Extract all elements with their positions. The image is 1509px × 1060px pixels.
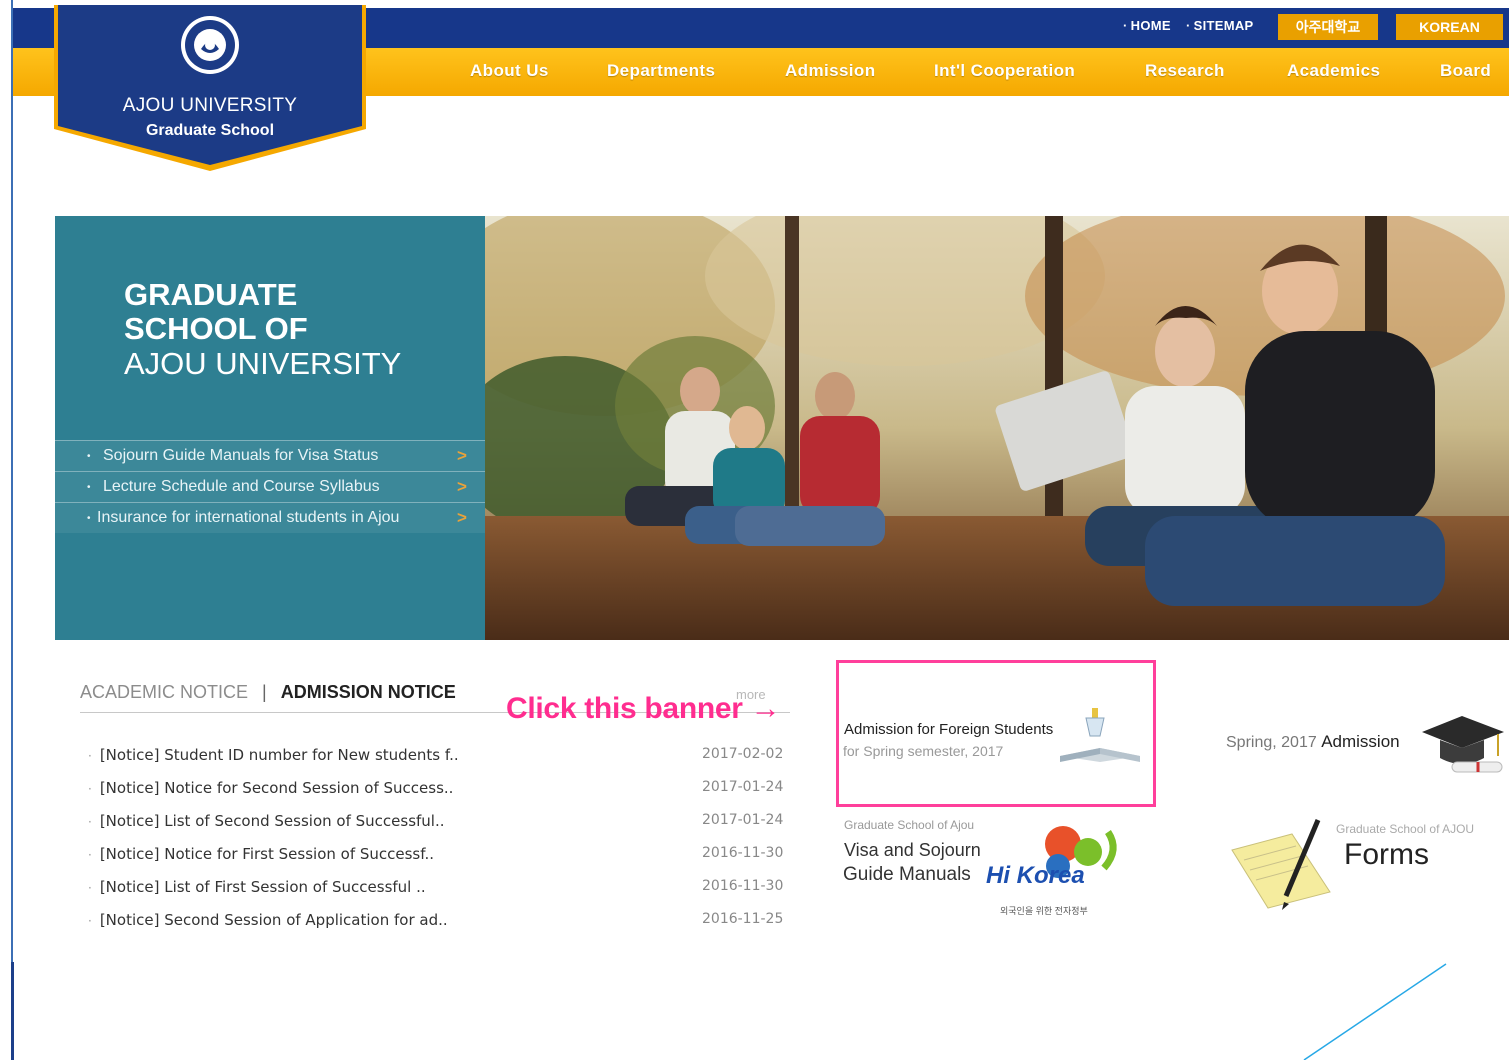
decorative-line	[1303, 963, 1447, 1060]
tab-admission-notice[interactable]: ADMISSION NOTICE	[281, 682, 456, 702]
hero-title-line2: SCHOOL OF	[124, 311, 308, 346]
ajou-korean-home-button[interactable]: 아주대학교	[1278, 14, 1378, 40]
hero-title: GRADUATE SCHOOL OF AJOU UNIVERSITY	[124, 278, 401, 382]
notice-date: 2016-11-30	[702, 845, 784, 861]
korean-language-button[interactable]: KOREAN	[1396, 14, 1503, 40]
hi-korea-caption: 외국인을 위한 전자정부	[1000, 906, 1088, 916]
nav-research[interactable]: Research	[1145, 61, 1225, 81]
nav-departments[interactable]: Departments	[607, 61, 715, 81]
left-border	[11, 0, 13, 1060]
visa-banner-line2: Guide Manuals	[843, 864, 971, 885]
tab-separator: |	[262, 682, 267, 702]
bullet-icon: •	[87, 481, 91, 493]
notice-row[interactable]: · [Notice] Notice for Second Session of S…	[88, 779, 798, 797]
highlight-box	[836, 660, 1156, 807]
logo-school-name: Graduate School	[145, 122, 275, 139]
notice-row[interactable]: · [Notice] Notice for First Session of Su…	[88, 845, 798, 863]
nav-board[interactable]: Board	[1440, 61, 1491, 81]
notepad-pen-icon	[1231, 819, 1331, 910]
bullet-icon: ·	[88, 782, 92, 796]
notice-tabs: ACADEMIC NOTICE | ADMISSION NOTICE	[80, 682, 456, 703]
hero-quick-links: • Sojourn Guide Manuals for Visa Status …	[55, 440, 485, 533]
click-annotation: Click this banner →	[506, 692, 781, 725]
notice-date: 2017-01-24	[702, 779, 784, 795]
bullet-icon: •	[87, 450, 91, 462]
notice-date: 2016-11-30	[702, 878, 784, 894]
nav-about-us[interactable]: About Us	[470, 61, 549, 81]
graduation-cap-icon	[1422, 716, 1504, 773]
home-link-label: HOME	[1130, 18, 1171, 33]
notice-date: 2017-02-02	[702, 746, 784, 762]
notice-row[interactable]: · [Notice] Student ID number for New stud…	[88, 746, 798, 764]
hero-link-label: Insurance for international students in …	[97, 509, 400, 526]
notice-title: [Notice] Student ID number for New stude…	[99, 746, 459, 764]
nav-intl-cooperation[interactable]: Int'l Cooperation	[934, 61, 1075, 81]
spring-banner-prefix: Spring, 2017	[1226, 734, 1322, 751]
bullet-icon: ·	[88, 881, 92, 895]
notice-title: [Notice] Notice for Second Session of Su…	[99, 779, 454, 797]
notice-date: 2016-11-25	[702, 911, 784, 927]
nav-admission[interactable]: Admission	[785, 61, 876, 81]
bullet-icon: ·	[88, 749, 92, 763]
notice-row[interactable]: · [Notice] List of Second Session of Succ…	[88, 812, 798, 830]
forms-banner-title: Forms	[1344, 838, 1429, 871]
left-border-accent	[11, 962, 14, 1060]
hero-photo-students	[485, 216, 1509, 640]
hero-link-label: Lecture Schedule and Course Syllabus	[103, 478, 380, 495]
tab-academic-notice[interactable]: ACADEMIC NOTICE	[80, 682, 248, 702]
notice-title: [Notice] List of Second Session of Succe…	[99, 812, 445, 830]
hi-korea-logo-text: Hi Korea	[986, 862, 1085, 889]
home-link[interactable]: · HOME	[1123, 18, 1171, 33]
hero-link-lecture-schedule[interactable]: • Lecture Schedule and Course Syllabus >	[55, 471, 485, 502]
chevron-right-icon: >	[457, 446, 467, 465]
university-logo[interactable]: AJOU UNIVERSITY Graduate School	[54, 5, 366, 173]
hero-title-line1: GRADUATE	[124, 277, 298, 312]
logo-university-name: AJOU UNIVERSITY	[122, 95, 298, 116]
visa-banner-small: Graduate School of Ajou	[844, 818, 975, 832]
hero-link-sojourn-guide[interactable]: • Sojourn Guide Manuals for Visa Status …	[55, 440, 485, 471]
bullet-icon: ·	[88, 914, 92, 928]
spring-admission-banner[interactable]: Spring, 2017 Admission	[1226, 732, 1400, 752]
notice-title: [Notice] List of First Session of Succes…	[99, 878, 426, 896]
sitemap-link-label: SITEMAP	[1193, 18, 1254, 33]
bullet-icon: ·	[88, 848, 92, 862]
chevron-right-icon: >	[457, 477, 467, 496]
bullet-icon: ·	[88, 815, 92, 829]
sitemap-link[interactable]: · SITEMAP	[1186, 18, 1254, 33]
hero-link-insurance[interactable]: • Insurance for international students i…	[55, 502, 485, 533]
nav-academics[interactable]: Academics	[1287, 61, 1380, 81]
notice-row[interactable]: · [Notice] Second Session of Application …	[88, 911, 798, 929]
notice-title: [Notice] Notice for First Session of Suc…	[99, 845, 434, 863]
forms-banner-small: Graduate School of AJOU	[1336, 822, 1475, 836]
hero-link-label: Sojourn Guide Manuals for Visa Status	[103, 447, 379, 464]
notice-date: 2017-01-24	[702, 812, 784, 828]
logo-shield-shape	[54, 5, 366, 171]
chevron-right-icon: >	[457, 508, 467, 527]
spring-banner-emph: Admission	[1321, 732, 1400, 751]
notice-title: [Notice] Second Session of Application f…	[99, 911, 448, 929]
notice-row[interactable]: · [Notice] List of First Session of Succe…	[88, 878, 798, 896]
hero-title-line3: AJOU UNIVERSITY	[124, 346, 402, 381]
bullet-icon: •	[87, 512, 91, 524]
visa-banner-line1: Visa and Sojourn	[844, 840, 981, 860]
